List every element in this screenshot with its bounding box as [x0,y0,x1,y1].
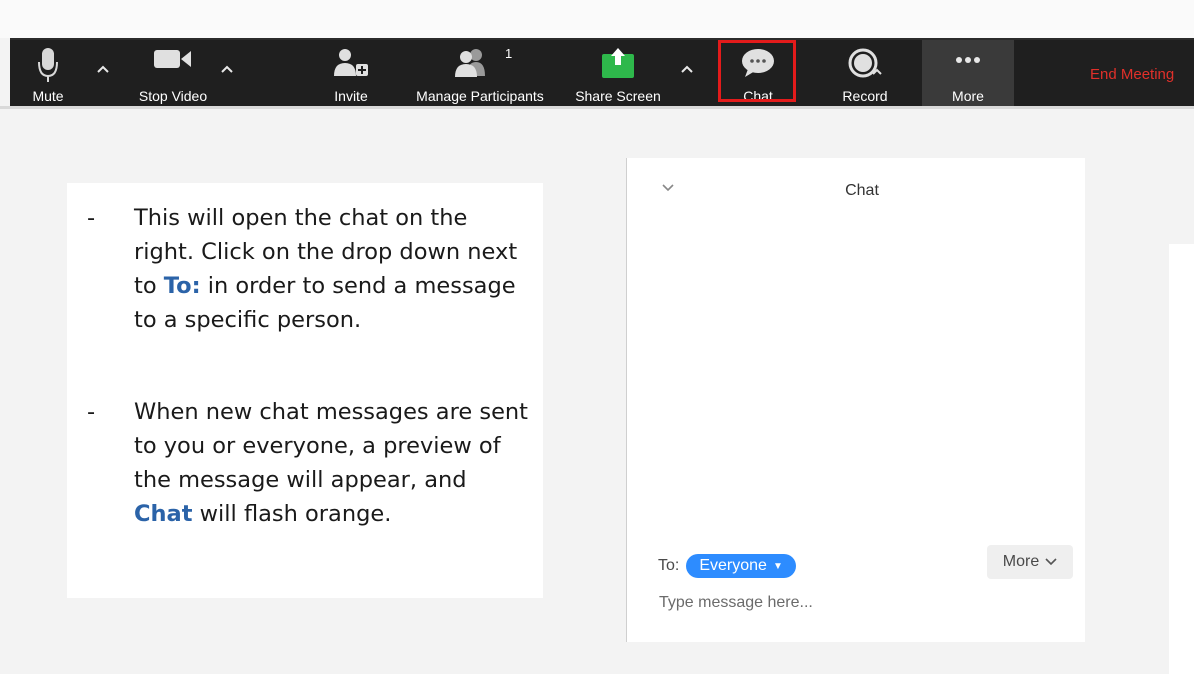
message-input[interactable]: Type message here... [659,594,813,612]
recipient-row: To: Everyone ▼ [658,553,796,579]
dropdown-triangle-icon: ▼ [772,560,783,572]
top-strip [0,0,1194,38]
bullet-text-part: will flash orange. [192,501,392,527]
share-screen-icon [602,48,634,81]
ellipsis-icon [955,48,981,75]
invite-button[interactable]: Invite [326,40,376,108]
record-icon [848,48,882,83]
stop-video-button[interactable]: Stop Video [118,40,228,108]
share-screen-button[interactable]: Share Screen [570,40,666,108]
bullet-text-part: When new chat messages are sent to you o… [134,399,528,493]
to-label: To: [658,557,680,574]
mute-label: Mute [32,88,64,104]
screenshot-canvas: Mute Stop Video Invite 1 Manage Particip… [0,0,1194,674]
bullet-dash: - [87,399,96,425]
stop-video-label: Stop Video [138,88,208,104]
toolbar-divider [0,106,1194,109]
manage-participants-label: Manage Participants [416,88,544,104]
chevron-down-icon [1045,558,1057,566]
chat-title: Chat [845,182,879,199]
invite-label: Invite [334,88,368,104]
end-meeting-button[interactable]: End Meeting [1090,66,1174,83]
recipient-value: Everyone [699,557,767,574]
bullet-text: When new chat messages are sent to you o… [134,395,529,531]
audio-options-caret-icon[interactable] [96,62,110,76]
share-screen-label: Share Screen [575,88,661,104]
meeting-toolbar: Mute Stop Video Invite 1 Manage Particip… [10,38,1194,108]
microphone-icon [38,48,58,85]
record-label: Record [842,88,888,104]
people-icon [455,48,489,81]
chat-highlight-text: Chat [134,501,193,527]
chat-more-label: More [1002,553,1040,570]
video-options-caret-icon[interactable] [220,62,234,76]
mute-button[interactable]: Mute [24,40,72,108]
chat-highlight-box [718,40,796,102]
more-button[interactable]: More [922,40,1014,108]
manage-participants-button[interactable]: 1 Manage Participants [410,40,550,108]
chat-more-button[interactable]: More [987,545,1073,579]
to-highlight: To: [163,273,201,299]
right-edge-panel [1169,244,1194,674]
record-button[interactable]: Record [832,40,898,108]
participant-count: 1 [505,46,513,61]
add-person-icon [334,48,368,81]
recipient-dropdown[interactable]: Everyone ▼ [686,554,796,578]
instruction-box: - This will open the chat on the right. … [67,183,543,598]
more-label: More [952,88,984,104]
bullet-dash: - [87,205,96,231]
chat-panel: Chat To: Everyone ▼ More Type message he… [626,158,1085,642]
share-options-caret-icon[interactable] [680,62,694,76]
bullet-text: This will open the chat on the right. Cl… [134,201,529,337]
video-camera-icon [154,48,192,73]
